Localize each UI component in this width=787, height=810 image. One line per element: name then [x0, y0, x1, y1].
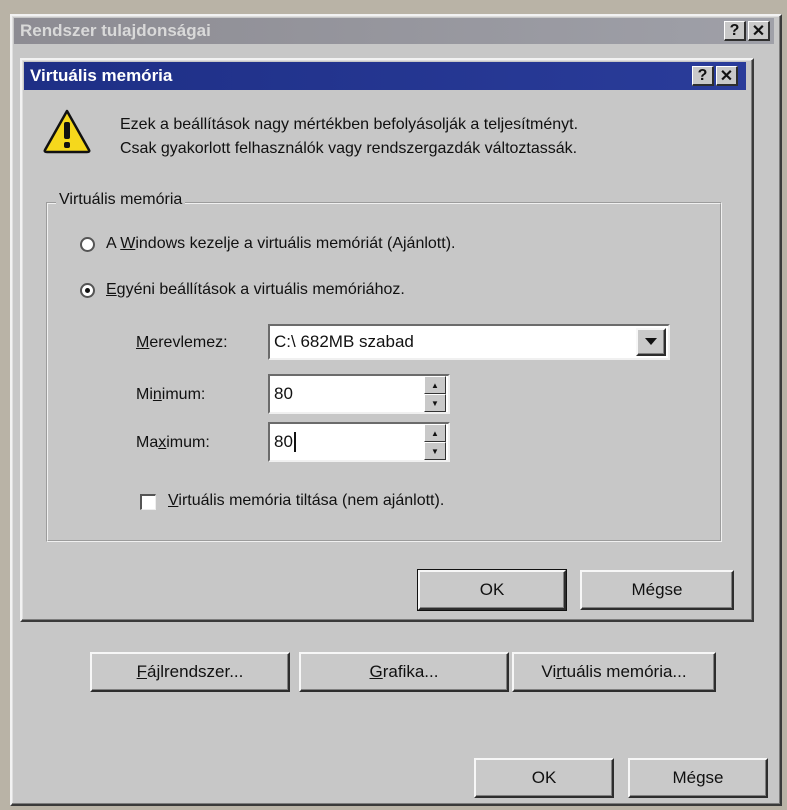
- disk-select-value: C:\ 682MB szabad: [274, 332, 414, 351]
- help-icon: ?: [697, 66, 708, 84]
- disk-select[interactable]: C:\ 682MB szabad: [268, 324, 670, 360]
- virtual-memory-button[interactable]: Virtuális memória...: [512, 652, 716, 692]
- minimum-value: 80: [274, 384, 293, 403]
- cancel-label: Mégse: [672, 768, 724, 787]
- close-icon: ✕: [751, 22, 766, 40]
- spin-up-icon[interactable]: ▲: [424, 424, 446, 442]
- virtual-memory-dialog: Virtuális memória ? ✕ Ezek a beállítások…: [20, 58, 754, 622]
- outer-ok-button[interactable]: OK: [474, 758, 614, 798]
- maximum-value: 80: [274, 432, 293, 451]
- group-title: Virtuális memória: [56, 191, 186, 209]
- warning-icon: [43, 109, 91, 154]
- warning-line-1: Ezek a beállítások nagy mértékben befoly…: [120, 116, 579, 133]
- dialog-title: Virtuális memória: [30, 66, 173, 85]
- radio-custom-label[interactable]: Egyéni beállítások a virtuális memóriáho…: [106, 281, 405, 299]
- ok-label: OK: [531, 768, 557, 787]
- graphics-label: Grafika...: [369, 662, 439, 681]
- filesystem-button[interactable]: Fájlrendszer...: [90, 652, 290, 692]
- radio-windows-label[interactable]: A Windows kezelje a virtuális memóriát (…: [106, 235, 455, 253]
- outer-title-bar: Rendszer tulajdonságai: [14, 18, 774, 44]
- virtual-memory-label: Virtuális memória...: [541, 662, 687, 681]
- minimum-spinner[interactable]: ▲ ▼: [424, 376, 446, 412]
- dialog-ok-button[interactable]: OK: [417, 569, 567, 611]
- disable-vmem-label[interactable]: Virtuális memória tiltása (nem ajánlott)…: [168, 492, 444, 510]
- radio-windows-managed[interactable]: [80, 237, 95, 252]
- outer-cancel-button[interactable]: Mégse: [628, 758, 768, 798]
- minimum-label: Minimum:: [136, 386, 206, 403]
- filesystem-label: Fájlrendszer...: [136, 662, 244, 681]
- warning-line-2: Csak gyakorlott felhasználók vagy rendsz…: [120, 140, 578, 157]
- maximum-label: Maximum:: [136, 434, 210, 451]
- disk-dropdown-button[interactable]: [636, 328, 666, 356]
- help-icon: ?: [729, 21, 740, 39]
- ok-label: OK: [479, 580, 505, 599]
- spin-down-icon[interactable]: ▼: [424, 442, 446, 460]
- dialog-help-button[interactable]: ?: [692, 66, 714, 86]
- close-icon: ✕: [719, 67, 734, 85]
- radio-custom-settings[interactable]: [80, 283, 95, 298]
- maximum-spinner[interactable]: ▲ ▼: [424, 424, 446, 460]
- chevron-down-icon: [645, 338, 657, 345]
- dialog-cancel-button[interactable]: Mégse: [580, 570, 734, 610]
- spin-down-icon[interactable]: ▼: [424, 394, 446, 412]
- text-cursor: [293, 432, 296, 452]
- spin-up-icon[interactable]: ▲: [424, 376, 446, 394]
- graphics-button[interactable]: Grafika...: [299, 652, 509, 692]
- minimum-input[interactable]: 80: [268, 374, 450, 414]
- dialog-close-button[interactable]: ✕: [716, 66, 738, 86]
- cancel-label: Mégse: [631, 580, 683, 599]
- dialog-title-bar: Virtuális memória: [24, 62, 746, 90]
- outer-help-button[interactable]: ?: [724, 21, 746, 41]
- disk-label: Merevlemez:: [136, 334, 228, 351]
- maximum-input[interactable]: 80: [268, 422, 450, 462]
- virtual-memory-group: [46, 202, 722, 542]
- outer-window-title: Rendszer tulajdonságai: [20, 21, 211, 40]
- outer-close-button[interactable]: ✕: [748, 21, 770, 41]
- disable-vmem-checkbox[interactable]: [140, 494, 156, 510]
